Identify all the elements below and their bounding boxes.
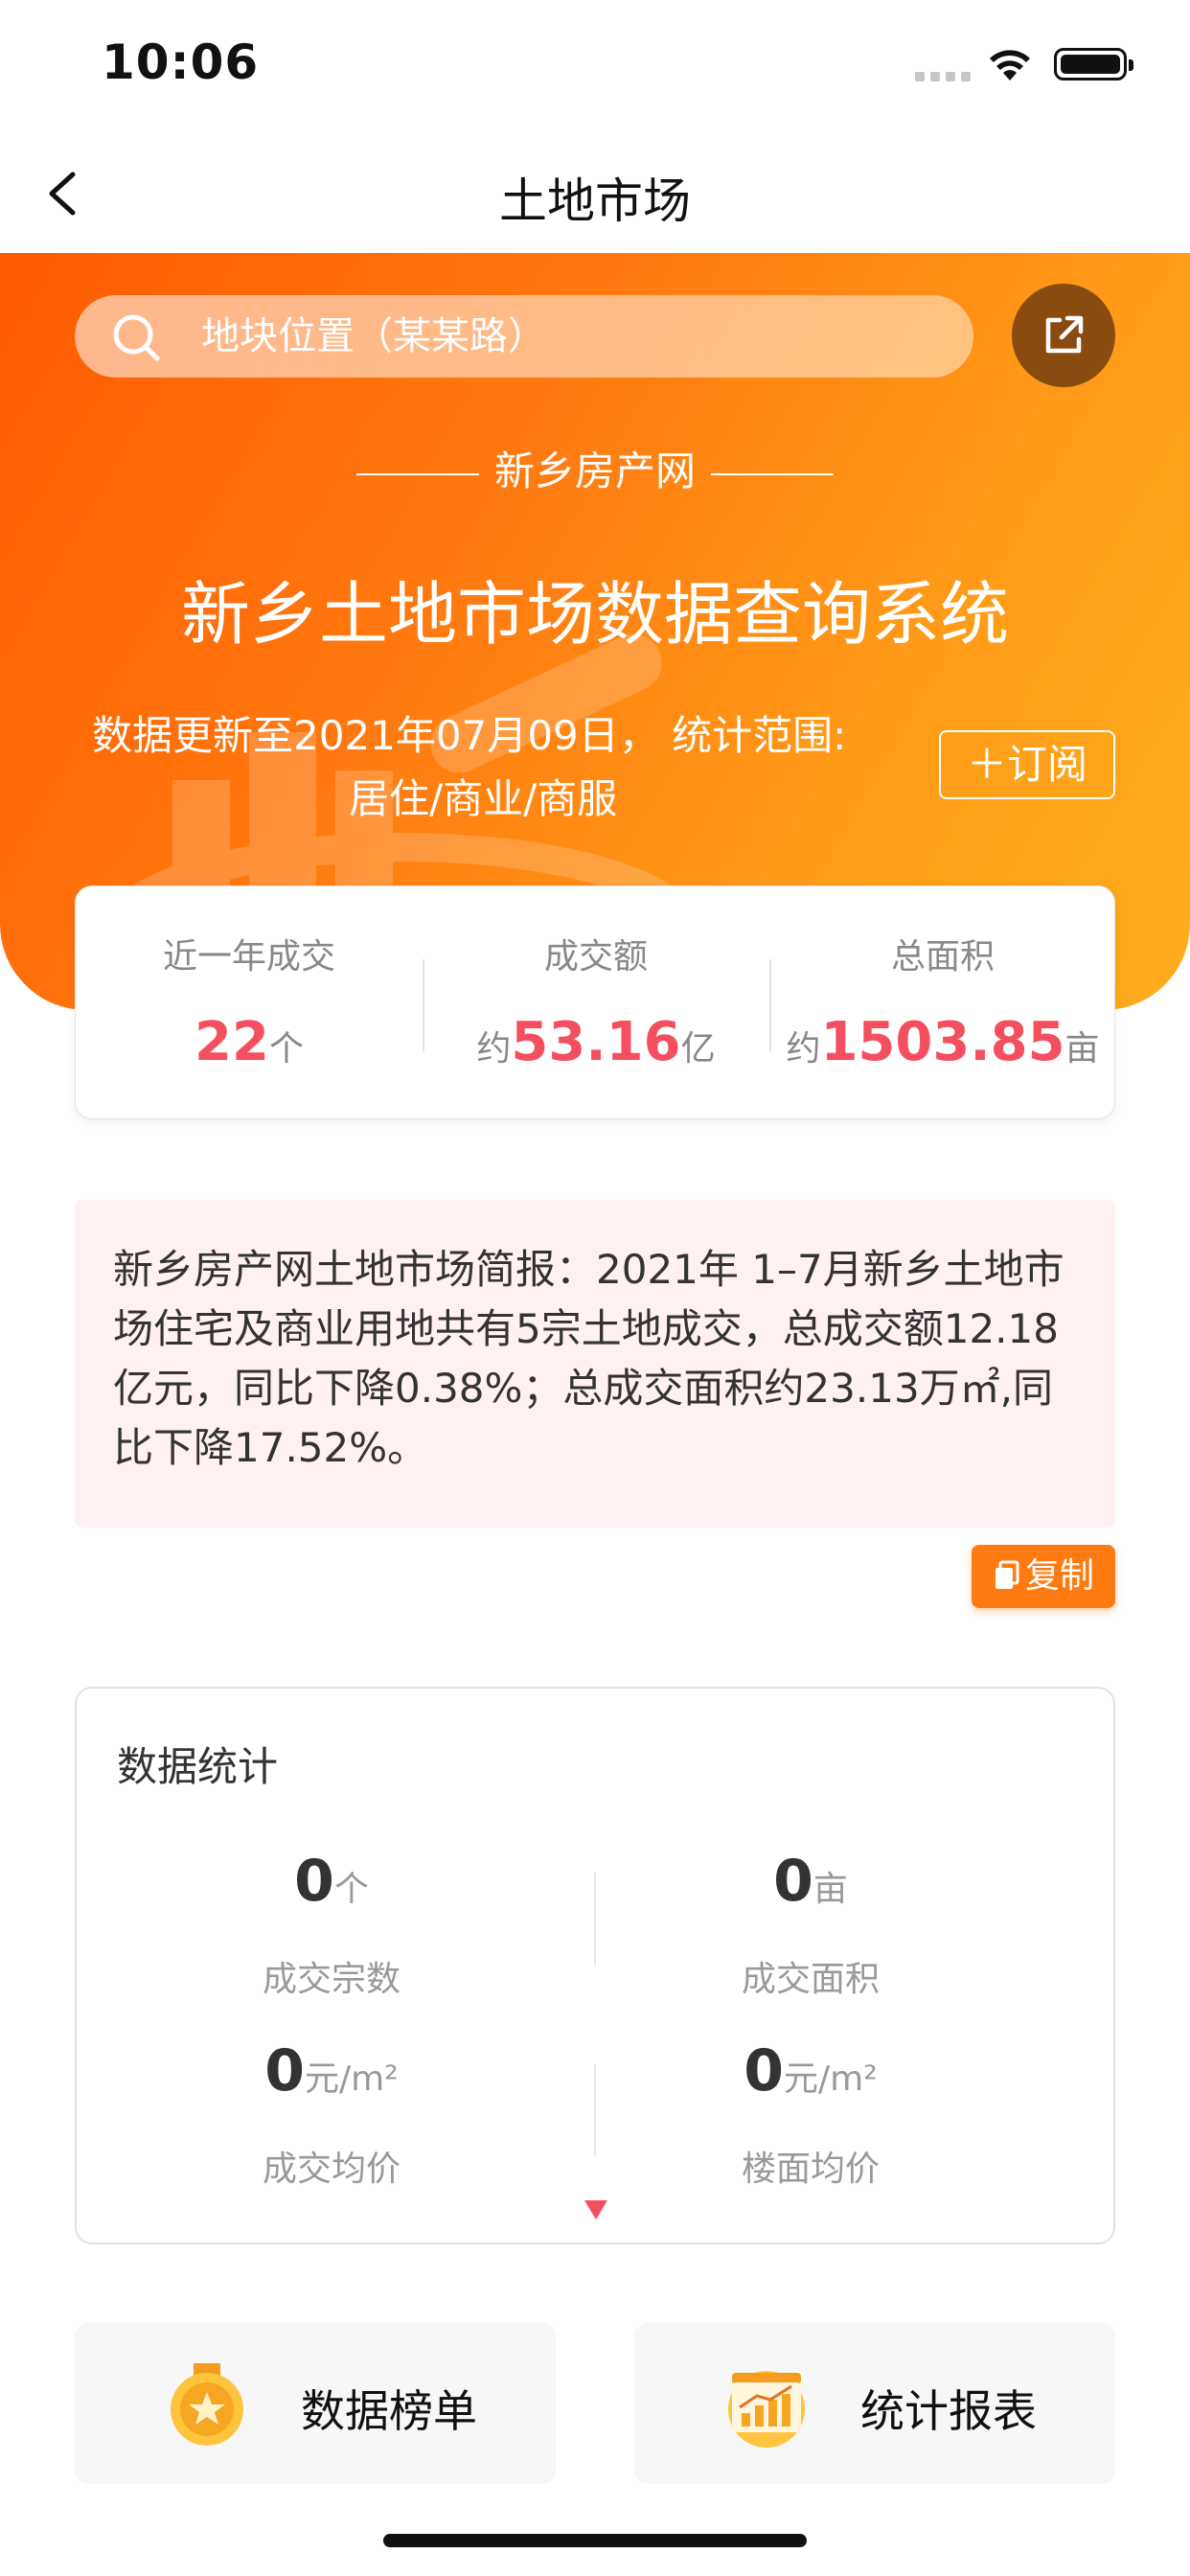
update-info: 数据更新至2021年07月09日， 统计范围: bbox=[92, 712, 847, 759]
copy-icon bbox=[995, 1560, 1019, 1589]
share-button[interactable] bbox=[1012, 284, 1115, 387]
market-report: 新乡房产网土地市场简报：2021年 1–7月新乡土地市场住宅及商业用地共有5宗土… bbox=[75, 1200, 1115, 1528]
subscribe-button[interactable]: ＋订阅 bbox=[939, 730, 1115, 799]
summary-value: 22个 bbox=[195, 1011, 304, 1073]
stat-deal-count: 0个 成交宗数 bbox=[262, 1848, 400, 1999]
status-time: 10:06 bbox=[102, 34, 260, 90]
summary-card: 近一年成交 22个 成交额 约53.16亿 总面积 约1503.85亩 bbox=[75, 886, 1115, 1119]
nav-bar: 土地市场 bbox=[0, 126, 1190, 253]
search-icon bbox=[113, 314, 160, 361]
search-bar[interactable] bbox=[75, 295, 973, 378]
divider bbox=[594, 1873, 596, 1965]
scope-info: 居住/商业/商服 bbox=[349, 775, 618, 822]
summary-value: 约53.16亿 bbox=[476, 1011, 716, 1073]
stat-floor-price: 0元/m² 楼面均价 bbox=[741, 2037, 880, 2189]
wifi-icon bbox=[990, 50, 1030, 80]
summary-label: 总面积 bbox=[890, 937, 995, 977]
summary-amount: 成交额 约53.16亿 bbox=[423, 886, 769, 1120]
tool-label: 数据榜单 bbox=[301, 2385, 477, 2437]
stats-title: 数据统计 bbox=[117, 1743, 279, 1790]
summary-value: 约1503.85亩 bbox=[786, 1011, 1100, 1073]
bar-chart-icon bbox=[728, 2371, 805, 2448]
battery-icon bbox=[1054, 48, 1133, 80]
summary-area: 总面积 约1503.85亩 bbox=[769, 886, 1116, 1120]
share-icon bbox=[1045, 315, 1084, 354]
stats-card: 数据统计 0个 成交宗数 0亩 成交面积 0元/m² 成交均价 0元/m² 楼面… bbox=[75, 1687, 1115, 2244]
copy-label: 复制 bbox=[1024, 1556, 1094, 1596]
search-input[interactable] bbox=[201, 295, 929, 378]
tool-label: 统计报表 bbox=[860, 2385, 1037, 2437]
medal-icon bbox=[171, 2363, 243, 2446]
summary-deals: 近一年成交 22个 bbox=[76, 886, 423, 1120]
expand-arrow-icon[interactable] bbox=[584, 2200, 607, 2220]
page-title: 土地市场 bbox=[499, 173, 691, 229]
stat-avg-price: 0元/m² 成交均价 bbox=[262, 2037, 400, 2189]
stat-deal-area: 0亩 成交面积 bbox=[741, 1848, 880, 1999]
signal-icon bbox=[915, 72, 971, 83]
summary-label: 近一年成交 bbox=[162, 937, 335, 977]
hero-title: 新乡土地市场数据查询系统 bbox=[180, 574, 1009, 655]
status-bar: 10:06 bbox=[0, 0, 1190, 126]
stats-report-button[interactable]: 统计报表 bbox=[634, 2323, 1115, 2484]
divider bbox=[594, 2064, 596, 2156]
hero-subtitle: 新乡房产网 bbox=[0, 439, 1190, 497]
summary-label: 成交额 bbox=[543, 937, 648, 977]
site-name: 新乡房产网 bbox=[493, 448, 696, 494]
home-indicator bbox=[383, 2534, 807, 2547]
copy-button[interactable]: 复制 bbox=[972, 1545, 1115, 1608]
data-ranking-button[interactable]: 数据榜单 bbox=[75, 2323, 556, 2484]
